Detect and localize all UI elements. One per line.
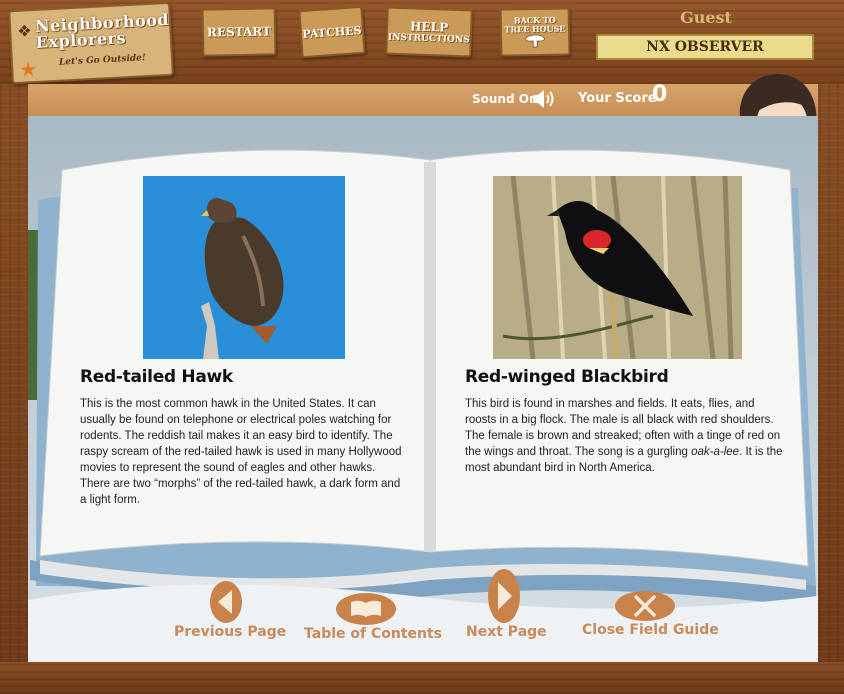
next-page-button[interactable]: Next Page: [466, 568, 547, 640]
close-field-guide-label: Close Field Guide: [582, 622, 719, 638]
bottom-wood-frame: [0, 662, 844, 694]
open-book-icon: [336, 593, 396, 625]
left-arrow-icon: [210, 581, 242, 623]
close-field-guide-button[interactable]: Close Field Guide: [582, 590, 719, 638]
table-of-contents-label: Table of Contents: [304, 626, 443, 642]
right-entry-title: Red-winged Blackbird: [465, 367, 669, 387]
right-arrow-icon: [488, 569, 520, 623]
left-entry-title: Red-tailed Hawk: [80, 367, 233, 387]
close-icon: [615, 591, 675, 621]
previous-page-button[interactable]: Previous Page: [174, 580, 287, 640]
red-winged-blackbird-photo: [493, 176, 742, 359]
red-tailed-hawk-photo: [143, 176, 345, 359]
right-entry-text: This bird is found in marshes and fields…: [465, 396, 787, 476]
previous-page-label: Previous Page: [174, 624, 287, 640]
table-of-contents-button[interactable]: Table of Contents: [304, 580, 443, 642]
right-entry-text-italic: oak-a-lee: [691, 446, 740, 458]
next-page-label: Next Page: [466, 624, 547, 640]
left-entry-text: This is the most common hawk in the Unit…: [80, 398, 402, 506]
